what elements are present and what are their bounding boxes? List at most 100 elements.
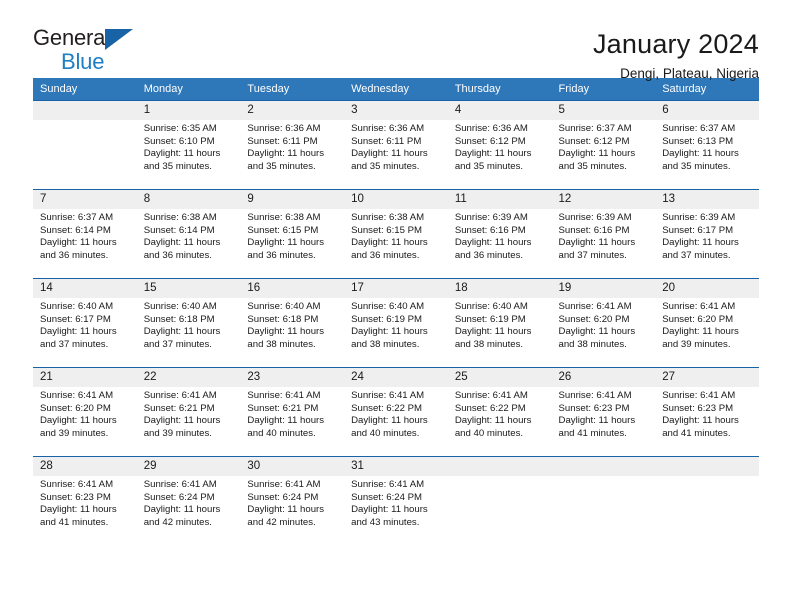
sunrise-time: Sunrise: 6:41 AM <box>662 390 736 401</box>
calendar-day-cell[interactable]: 8 Sunrise: 6:38 AM Sunset: 6:14 PM Daylight… <box>136 189 241 279</box>
day-number <box>551 457 656 476</box>
daylight-duration-line2: and 38 minutes. <box>558 338 627 350</box>
sunset-time: Sunset: 6:23 PM <box>558 402 630 414</box>
day-details: Sunrise: 6:35 AM Sunset: 6:10 PM Daylight:… <box>137 120 241 173</box>
calendar-day-cell[interactable]: 4 Sunrise: 6:36 AM Sunset: 6:12 PM Daylight… <box>447 100 552 190</box>
weekday-header-wednesday: Wednesday <box>344 78 448 101</box>
calendar-day-cell[interactable]: 26 Sunrise: 6:41 AM Sunset: 6:23 PM Dayligh… <box>551 367 656 457</box>
day-number: 6 <box>655 101 759 120</box>
day-details: Sunrise: 6:41 AM Sunset: 6:22 PM Daylight:… <box>344 387 448 440</box>
calendar-day-cell[interactable]: 9 Sunrise: 6:38 AM Sunset: 6:15 PM Daylight… <box>240 189 345 279</box>
daylight-duration-line1: Daylight: 11 hours <box>143 415 221 427</box>
calendar-day-cell[interactable]: 19 Sunrise: 6:41 AM Sunset: 6:20 PM Dayligh… <box>551 278 656 368</box>
calendar-day-cell[interactable]: 5 Sunrise: 6:37 AM Sunset: 6:12 PM Daylight… <box>551 100 656 190</box>
sunrise-time: Sunrise: 6:41 AM <box>662 301 736 312</box>
day-number: 18 <box>447 279 552 298</box>
calendar-day-cell[interactable]: 24 Sunrise: 6:41 AM Sunset: 6:22 PM Dayligh… <box>344 367 448 457</box>
calendar-day-cell[interactable]: 27 Sunrise: 6:41 AM Sunset: 6:23 PM Dayligh… <box>655 367 759 457</box>
sunset-time: Sunset: 6:19 PM <box>454 313 526 325</box>
calendar-day-cell[interactable]: 22 Sunrise: 6:41 AM Sunset: 6:21 PM Dayligh… <box>136 367 241 457</box>
daylight-duration-line1: Daylight: 11 hours <box>662 326 739 338</box>
daylight-duration-line1: Daylight: 11 hours <box>558 326 636 338</box>
sunrise-time: Sunrise: 6:36 AM <box>351 123 425 134</box>
daylight-duration-line2: and 41 minutes. <box>558 427 627 439</box>
calendar-day-cell[interactable]: 20 Sunrise: 6:41 AM Sunset: 6:20 PM Dayligh… <box>655 278 759 368</box>
day-details: Sunrise: 6:41 AM Sunset: 6:22 PM Daylight:… <box>448 387 552 440</box>
daylight-duration-line2: and 35 minutes. <box>454 160 524 172</box>
sunrise-time: Sunrise: 6:39 AM <box>558 212 632 223</box>
day-details: Sunrise: 6:38 AM Sunset: 6:15 PM Daylight:… <box>344 209 448 262</box>
calendar-day-cell[interactable]: 18 Sunrise: 6:40 AM Sunset: 6:19 PM Dayligh… <box>447 278 552 368</box>
daylight-duration-line2: and 42 minutes. <box>247 516 316 528</box>
day-details: Sunrise: 6:40 AM Sunset: 6:19 PM Daylight:… <box>448 298 552 351</box>
daylight-duration-line2: and 39 minutes. <box>143 427 212 439</box>
daylight-duration-line2: and 43 minutes. <box>351 516 420 528</box>
sunrise-time: Sunrise: 6:40 AM <box>351 301 425 312</box>
day-details: Sunrise: 6:41 AM Sunset: 6:24 PM Daylight:… <box>137 476 241 529</box>
calendar-day-cell[interactable]: 29 Sunrise: 6:41 AM Sunset: 6:24 PM Dayligh… <box>136 456 241 546</box>
calendar-day-cell[interactable]: 10 Sunrise: 6:38 AM Sunset: 6:15 PM Dayligh… <box>344 189 448 279</box>
day-number: 9 <box>240 190 345 209</box>
calendar-day-cell[interactable]: 13 Sunrise: 6:39 AM Sunset: 6:17 PM Dayligh… <box>655 189 759 279</box>
sunset-time: Sunset: 6:22 PM <box>454 402 526 414</box>
sunset-time: Sunset: 6:24 PM <box>247 491 319 503</box>
sunset-time: Sunset: 6:17 PM <box>40 313 111 325</box>
day-number: 13 <box>655 190 759 209</box>
calendar-day-cell[interactable]: 14 Sunrise: 6:40 AM Sunset: 6:17 PM Dayligh… <box>33 278 137 368</box>
day-number: 12 <box>551 190 656 209</box>
day-number: 24 <box>344 368 448 387</box>
daylight-duration-line1: Daylight: 11 hours <box>143 326 221 338</box>
sunset-time: Sunset: 6:22 PM <box>351 402 423 414</box>
day-number: 23 <box>240 368 345 387</box>
sunset-time: Sunset: 6:21 PM <box>143 402 215 414</box>
daylight-duration-line1: Daylight: 11 hours <box>662 148 739 160</box>
calendar-day-cell[interactable]: 12 Sunrise: 6:39 AM Sunset: 6:16 PM Dayligh… <box>551 189 656 279</box>
calendar-day-cell[interactable]: 3 Sunrise: 6:36 AM Sunset: 6:11 PM Daylight… <box>344 100 448 190</box>
calendar-day-cell[interactable]: 15 Sunrise: 6:40 AM Sunset: 6:18 PM Dayligh… <box>136 278 241 368</box>
daylight-duration-line1: Daylight: 11 hours <box>662 415 739 427</box>
calendar-day-cell[interactable]: 7 Sunrise: 6:37 AM Sunset: 6:14 PM Daylight… <box>33 189 137 279</box>
calendar-day-cell[interactable]: 28 Sunrise: 6:41 AM Sunset: 6:23 PM Dayligh… <box>33 456 137 546</box>
calendar-day-cell[interactable]: 30 Sunrise: 6:41 AM Sunset: 6:24 PM Dayligh… <box>240 456 345 546</box>
calendar-day-cell-empty <box>33 100 137 190</box>
calendar-day-cell[interactable]: 23 Sunrise: 6:41 AM Sunset: 6:21 PM Dayligh… <box>240 367 345 457</box>
day-number: 5 <box>551 101 656 120</box>
sunrise-time: Sunrise: 6:41 AM <box>454 390 528 401</box>
sunrise-sunset-calendar: Sunday Monday Tuesday Wednesday Thursday… <box>33 78 759 546</box>
day-details: Sunrise: 6:39 AM Sunset: 6:16 PM Daylight:… <box>552 209 656 262</box>
sunrise-time: Sunrise: 6:39 AM <box>454 212 528 223</box>
daylight-duration-line1: Daylight: 11 hours <box>558 415 636 427</box>
sunset-time: Sunset: 6:12 PM <box>454 135 526 147</box>
day-number: 19 <box>551 279 656 298</box>
sunset-time: Sunset: 6:16 PM <box>558 224 630 236</box>
day-details: Sunrise: 6:41 AM Sunset: 6:21 PM Daylight:… <box>137 387 241 440</box>
calendar-day-cell[interactable]: 17 Sunrise: 6:40 AM Sunset: 6:19 PM Dayligh… <box>344 278 448 368</box>
calendar-week-row: 1 Sunrise: 6:35 AM Sunset: 6:10 PM Daylight… <box>33 100 759 190</box>
day-details: Sunrise: 6:38 AM Sunset: 6:15 PM Daylight:… <box>240 209 344 262</box>
title-block: January 2024 Dengi, Plateau, Nigeria <box>593 26 759 83</box>
daylight-duration-line1: Daylight: 11 hours <box>662 237 739 249</box>
calendar-day-cell[interactable]: 1 Sunrise: 6:35 AM Sunset: 6:10 PM Daylight… <box>136 100 241 190</box>
calendar-day-cell[interactable]: 16 Sunrise: 6:40 AM Sunset: 6:18 PM Dayligh… <box>240 278 345 368</box>
sunrise-time: Sunrise: 6:41 AM <box>40 390 114 401</box>
day-number: 2 <box>240 101 345 120</box>
calendar-day-cell-empty <box>655 456 759 546</box>
calendar-day-cell[interactable]: 31 Sunrise: 6:41 AM Sunset: 6:24 PM Dayligh… <box>344 456 448 546</box>
calendar-day-cell[interactable]: 6 Sunrise: 6:37 AM Sunset: 6:13 PM Daylight… <box>655 100 759 190</box>
day-details: Sunrise: 6:37 AM Sunset: 6:14 PM Daylight:… <box>33 209 137 262</box>
calendar-day-cell[interactable]: 25 Sunrise: 6:41 AM Sunset: 6:22 PM Dayligh… <box>447 367 552 457</box>
daylight-duration-line1: Daylight: 11 hours <box>40 237 117 249</box>
sunrise-time: Sunrise: 6:41 AM <box>247 479 321 490</box>
day-details: Sunrise: 6:41 AM Sunset: 6:24 PM Daylight:… <box>240 476 344 529</box>
daylight-duration-line2: and 41 minutes. <box>40 516 109 528</box>
calendar-day-cell[interactable]: 21 Sunrise: 6:41 AM Sunset: 6:20 PM Dayligh… <box>33 367 137 457</box>
calendar-day-cell[interactable]: 2 Sunrise: 6:36 AM Sunset: 6:11 PM Daylight… <box>240 100 345 190</box>
daylight-duration-line2: and 37 minutes. <box>558 249 627 261</box>
day-details: Sunrise: 6:39 AM Sunset: 6:16 PM Daylight:… <box>448 209 552 262</box>
day-details: Sunrise: 6:39 AM Sunset: 6:17 PM Daylight:… <box>655 209 759 262</box>
day-details: Sunrise: 6:40 AM Sunset: 6:17 PM Daylight:… <box>33 298 137 351</box>
calendar-day-cell[interactable]: 11 Sunrise: 6:39 AM Sunset: 6:16 PM Dayligh… <box>447 189 552 279</box>
general-blue-logo[interactable]: General Blue <box>33 26 148 74</box>
sunrise-time: Sunrise: 6:36 AM <box>454 123 528 134</box>
sunrise-time: Sunrise: 6:38 AM <box>143 212 217 223</box>
